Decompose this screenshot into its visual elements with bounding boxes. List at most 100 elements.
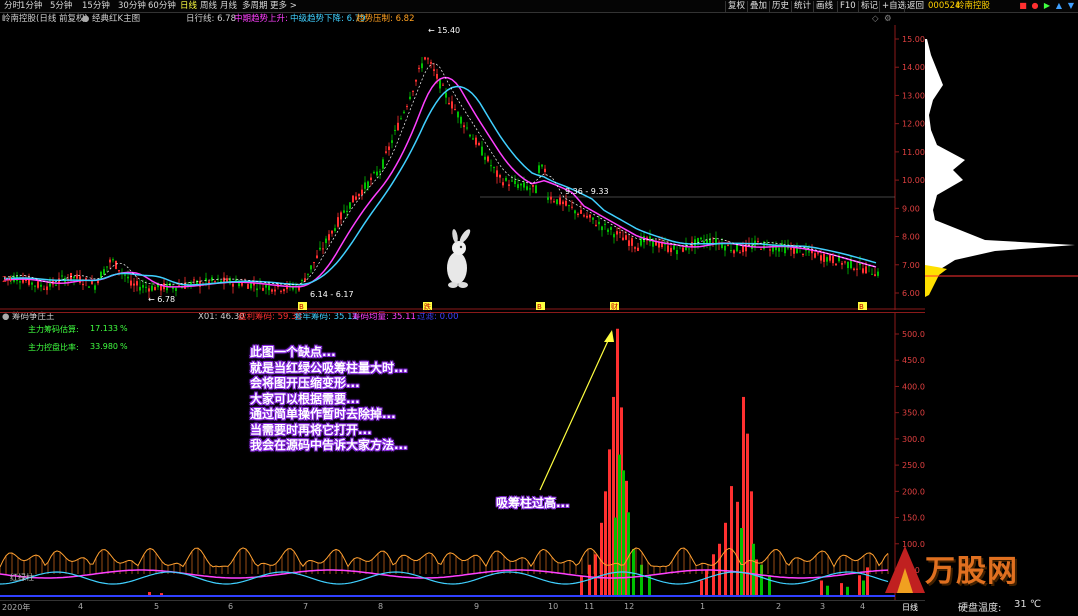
chip-distribution[interactable] — [925, 25, 1078, 305]
candle-body — [274, 289, 276, 292]
candle-body — [610, 227, 612, 230]
candle-body — [619, 232, 621, 234]
candle-body — [19, 281, 21, 283]
candle-body — [778, 247, 780, 252]
price-tick-label: 10.00 — [902, 176, 925, 185]
price-tick-label: 15.00 — [902, 35, 925, 44]
chip-bar — [740, 528, 743, 596]
candle-body — [436, 73, 438, 79]
overlay-button[interactable]: 叠加 — [747, 1, 769, 12]
price-tick-label: 7.00 — [902, 261, 920, 270]
diamond-icon[interactable]: ◇ — [872, 13, 879, 25]
candle-body — [196, 280, 198, 285]
period-tab[interactable]: 分时 — [4, 1, 21, 12]
candle-body — [148, 288, 150, 292]
candle-body — [598, 221, 600, 225]
candle-body — [46, 286, 48, 291]
candle-body — [358, 193, 360, 197]
period-tab[interactable]: 月线 — [220, 1, 237, 12]
history-button[interactable]: 历史 — [769, 1, 791, 12]
note-line: 当需要时再将它打开... — [250, 422, 372, 437]
f10-button[interactable]: F10 — [837, 1, 858, 12]
mark-button[interactable]: 标记 — [858, 1, 880, 12]
candle-body — [667, 245, 669, 252]
candle-body — [349, 202, 351, 209]
chip-bar — [862, 580, 865, 596]
candle-body — [307, 273, 309, 275]
chip-profile-yellow — [925, 265, 947, 297]
draw-line-button[interactable]: 画线 — [813, 1, 835, 12]
candle-body — [379, 171, 381, 173]
candle-body — [232, 283, 234, 287]
candle-body — [601, 226, 603, 231]
date-label: 3 — [820, 602, 826, 611]
record-icon[interactable]: ● — [1030, 1, 1040, 11]
candle-body — [535, 185, 537, 194]
date-label: 1 — [700, 602, 706, 611]
chip-bar — [768, 575, 771, 596]
chip-bar — [846, 586, 849, 596]
down-arrow-icon[interactable]: ▼ — [1066, 1, 1076, 11]
candle-body — [319, 247, 321, 250]
status-tab[interactable]: 日线 — [902, 602, 918, 613]
price-chart[interactable]: 15.00 14.00 13.00 12.00 11.00 10.00 9.00 8.00 7.… — [0, 25, 925, 310]
candle-body — [814, 253, 816, 258]
indicator-name[interactable]: 经典红K主图 — [92, 13, 140, 25]
stats-button[interactable]: 统计 — [791, 1, 813, 12]
play-icon[interactable]: ▶ — [1042, 1, 1052, 11]
candle-body — [547, 197, 549, 200]
date-label: 8 — [378, 602, 384, 611]
candle-body — [331, 230, 333, 234]
candle-body — [829, 254, 831, 261]
chip-bar — [640, 564, 643, 596]
candle-body — [292, 287, 294, 290]
period-tab[interactable]: 多周期 — [242, 1, 268, 12]
candle-body — [493, 167, 495, 169]
candle-body — [589, 214, 591, 218]
candle-body — [241, 282, 243, 286]
high-annotation: ← 15.40 — [428, 26, 460, 35]
up-arrow-icon[interactable]: ▲ — [1054, 1, 1064, 11]
candle-body — [853, 268, 855, 270]
disk-temp-value: 31 ℃ — [1014, 599, 1042, 610]
candle-body — [430, 62, 432, 64]
candle-body — [127, 276, 129, 279]
settings-icon[interactable]: ⚙ — [884, 13, 892, 25]
candle-body — [448, 102, 450, 105]
color-block-icon[interactable]: ■ — [1018, 1, 1028, 11]
candle-body — [520, 183, 522, 186]
period-tab-active[interactable]: 日线 — [180, 1, 197, 12]
candle-body — [613, 234, 615, 238]
period-tab[interactable]: 15分钟 — [82, 1, 110, 12]
date-label: 11 — [584, 602, 595, 611]
chip-bar — [580, 575, 583, 596]
candle-body — [625, 235, 627, 240]
candle-body — [82, 283, 84, 286]
note-line: 通过简单操作暂时去除掉... — [250, 407, 396, 421]
candle-body — [313, 262, 315, 264]
candle-body — [445, 92, 447, 98]
period-tab[interactable]: 更多 > — [270, 1, 297, 12]
period-tab[interactable]: 5分钟 — [50, 1, 72, 12]
period-tab[interactable]: 1分钟 — [20, 1, 42, 12]
trend-pressure-label: 趋势压制: 6.82 — [356, 14, 415, 24]
candle-body — [640, 237, 642, 246]
fuquan-button[interactable]: 复权 — [725, 1, 747, 12]
candle-body — [733, 250, 735, 254]
candle-body — [364, 182, 366, 189]
back-button[interactable]: 返回 — [904, 1, 926, 12]
stock-name: 岭南控股 — [956, 1, 991, 11]
chip-bar — [746, 433, 749, 596]
period-tab[interactable]: 60分钟 — [148, 1, 176, 12]
sub-tick-label: 200.0 — [902, 487, 925, 496]
candle-body — [265, 285, 267, 288]
indicator-dot-icon[interactable]: ● — [82, 13, 89, 25]
period-tab[interactable]: 周线 — [200, 1, 217, 12]
candle-body — [676, 250, 678, 255]
candle-body — [604, 223, 606, 225]
period-tab[interactable]: 30分钟 — [118, 1, 146, 12]
signal-marker-label: 跌 — [424, 302, 431, 310]
date-axis: 2020年 4 5 6 7 8 9 10 11 12 1 2 3 4 日线 — [0, 600, 925, 616]
candle-body — [355, 196, 357, 200]
chip-indicator-chart[interactable]: 500.0 450.0 400.0 350.0 300.0 250.0 200.0 150.0… — [0, 312, 925, 602]
